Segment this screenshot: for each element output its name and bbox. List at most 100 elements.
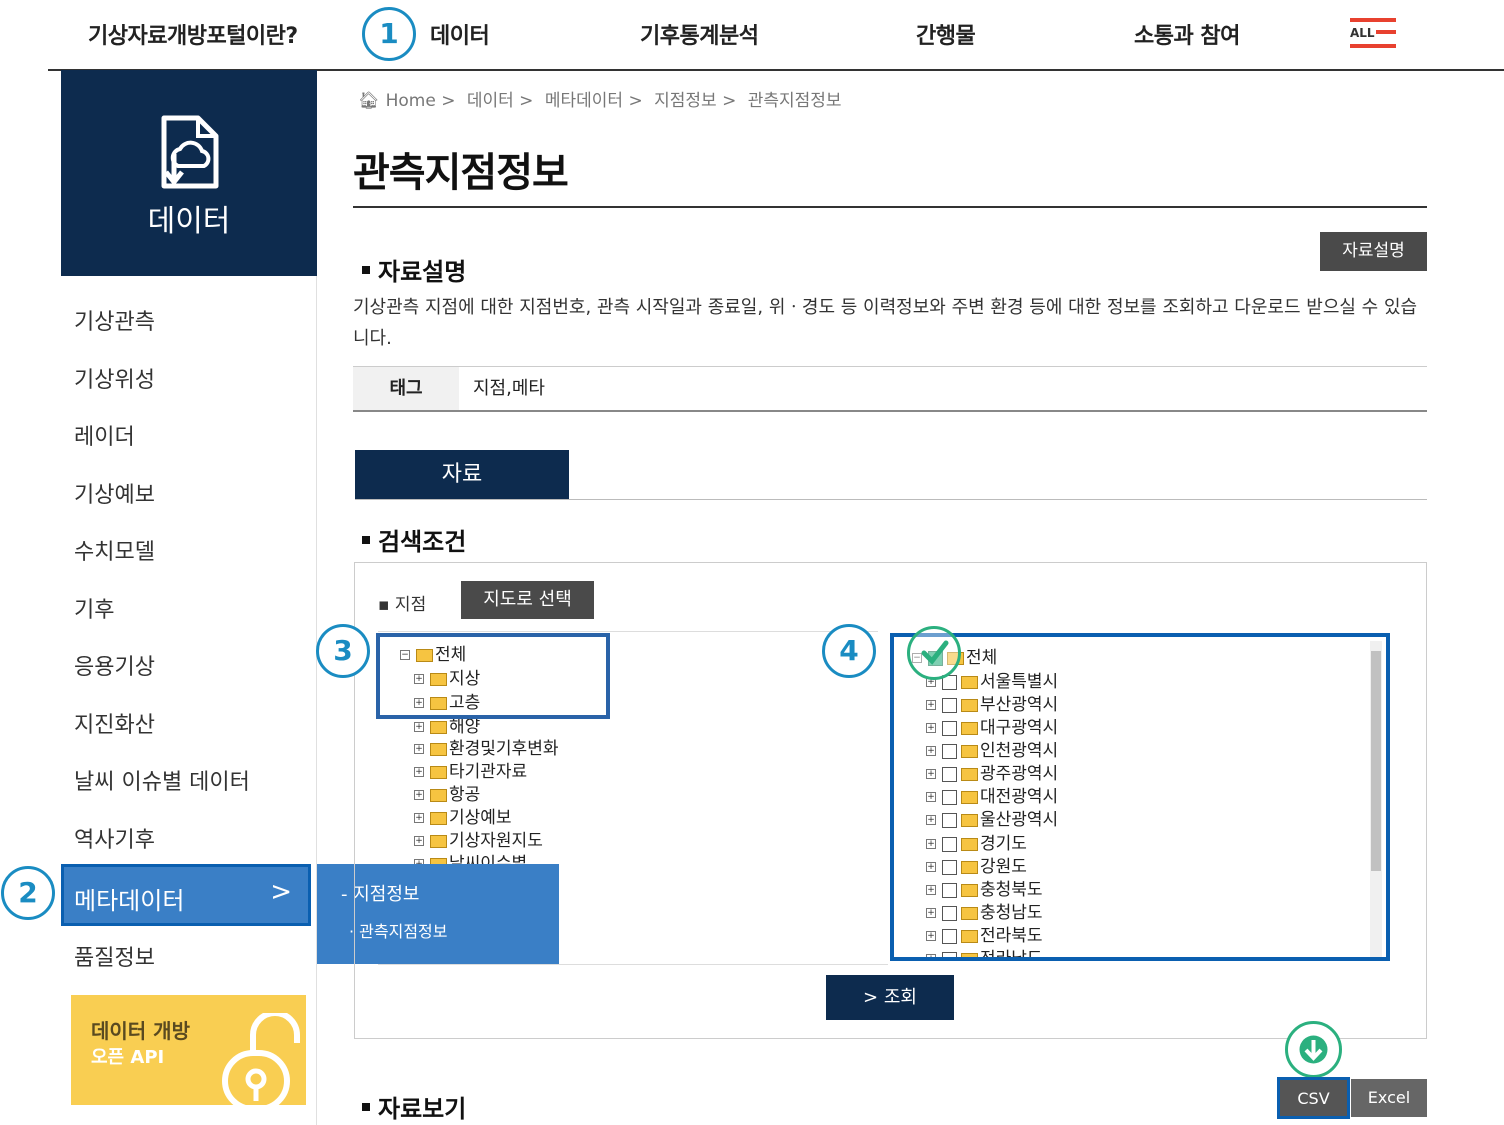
- sidebar-item-forecast[interactable]: 기상예보: [74, 477, 155, 509]
- title-divider: [353, 206, 1427, 208]
- checkmark-highlight: [907, 626, 961, 680]
- excel-download-button[interactable]: Excel: [1351, 1079, 1427, 1117]
- menu-bar-icon: [1350, 44, 1396, 48]
- nav-climate-stats[interactable]: 기후통계분석: [640, 18, 759, 50]
- tree-node[interactable]: + 부산광역시: [926, 694, 1058, 716]
- folder-icon: [430, 834, 447, 848]
- station-label: ▪ 지점: [378, 595, 427, 615]
- sidebar-item-applied[interactable]: 응용기상: [74, 649, 155, 681]
- home-icon: 🏠︎: [358, 91, 380, 111]
- breadcrumb-data[interactable]: 데이터 >: [467, 91, 534, 111]
- tree-node[interactable]: + 울산광역시: [926, 809, 1058, 831]
- checkbox[interactable]: [942, 789, 957, 805]
- tree-node[interactable]: + 항공: [414, 784, 480, 806]
- tree-node[interactable]: + 날씨이슈별: [414, 853, 527, 864]
- description-button[interactable]: 자료설명: [1320, 232, 1427, 271]
- sidebar-item-quality[interactable]: 품질정보: [74, 940, 155, 972]
- tree-node[interactable]: + 충청북도: [926, 879, 1043, 901]
- sidebar-item-satellite[interactable]: 기상위성: [74, 362, 155, 394]
- menu-bar-icon: [1350, 18, 1396, 22]
- checkbox[interactable]: [942, 951, 957, 957]
- folder-icon: [961, 744, 978, 758]
- section-view-title: 자료보기: [362, 1089, 466, 1124]
- checkbox[interactable]: [942, 697, 957, 713]
- sidebar-item-earthquake[interactable]: 지진화산: [74, 707, 155, 739]
- query-button[interactable]: > 조회: [826, 975, 954, 1020]
- step-badge-1: 1: [362, 7, 416, 61]
- tree-panel-bottom: [378, 964, 888, 965]
- sidebar-item-metadata[interactable]: 메타데이터 >: [61, 864, 311, 926]
- section-description-label: 자료설명: [378, 258, 467, 286]
- checkbox[interactable]: [942, 882, 957, 898]
- highlight-box-3: [376, 633, 610, 719]
- checkbox[interactable]: [942, 905, 957, 921]
- tab-divider: [355, 499, 1427, 500]
- tree-node[interactable]: + 타기관자료: [414, 761, 527, 783]
- folder-icon: [961, 721, 978, 735]
- description-text: 기상관측 지점에 대한 지점번호, 관측 시작일과 종료일, 위ㆍ경도 등 이력…: [353, 297, 1418, 349]
- sidebar-item-nwp[interactable]: 수치모델: [74, 534, 155, 566]
- all-menu-button[interactable]: ALL: [1350, 18, 1396, 50]
- tree-node[interactable]: + 전라남도: [926, 948, 1043, 957]
- open-api-banner[interactable]: 데이터 개방 오픈 API: [71, 995, 306, 1105]
- tree-node[interactable]: + 환경및기후변화: [414, 738, 558, 760]
- step-badge-4: 4: [822, 624, 876, 678]
- checkbox[interactable]: [942, 766, 957, 782]
- tree-node[interactable]: + 강원도: [926, 856, 1027, 878]
- tree-node[interactable]: + 광주광역시: [926, 763, 1058, 785]
- tree-node[interactable]: + 기상예보: [414, 807, 512, 829]
- folder-icon: [961, 860, 978, 874]
- region-tree: − 전체 + 서울특별시 + 부산광역시 + 대구광역시 + 인천광역시 + 광주광역시 +…: [890, 633, 1390, 961]
- scrollbar[interactable]: [1370, 641, 1382, 957]
- breadcrumb-current: 관측지점정보: [747, 91, 842, 111]
- sidebar-item-weather-issue[interactable]: 날씨 이슈별 데이터: [74, 764, 250, 796]
- csv-download-button[interactable]: CSV: [1277, 1077, 1350, 1119]
- sidebar-item-label: 메타데이터: [74, 887, 185, 915]
- checkbox[interactable]: [942, 836, 957, 852]
- scrollbar-thumb[interactable]: [1371, 651, 1381, 871]
- folder-icon: [961, 790, 978, 804]
- nav-data[interactable]: 데이터: [430, 18, 490, 50]
- tree-node[interactable]: + 경기도: [926, 833, 1027, 855]
- tag-value: 지점,메타: [473, 378, 545, 399]
- step-badge-2: 2: [1, 866, 55, 920]
- download-highlight: [1285, 1021, 1342, 1078]
- tree-node[interactable]: + 충청남도: [926, 902, 1043, 924]
- tab-data[interactable]: 자료: [355, 450, 569, 500]
- tree-node[interactable]: + 인천광역시: [926, 740, 1058, 762]
- section-description-title: 자료설명: [362, 252, 466, 287]
- page-title: 관측지점정보: [353, 150, 569, 196]
- nav-community[interactable]: 소통과 참여: [1134, 18, 1240, 50]
- sidebar-item-observation[interactable]: 기상관측: [74, 304, 155, 336]
- tree-node[interactable]: + 해양: [414, 716, 480, 738]
- folder-icon: [430, 811, 447, 825]
- folder-icon: [961, 929, 978, 943]
- tree-node[interactable]: + 전라북도: [926, 925, 1043, 947]
- breadcrumb-home[interactable]: Home >: [386, 91, 456, 111]
- folder-icon: [430, 765, 447, 779]
- tree-node[interactable]: + 대전광역시: [926, 786, 1058, 808]
- sidebar-item-climate[interactable]: 기후: [74, 592, 114, 624]
- checkbox[interactable]: [942, 928, 957, 944]
- checkbox[interactable]: [942, 812, 957, 828]
- cloud-download-icon: [161, 115, 219, 189]
- sidebar-item-history[interactable]: 역사기후: [74, 822, 155, 854]
- breadcrumb-station[interactable]: 지점정보 >: [654, 91, 736, 111]
- breadcrumb-metadata[interactable]: 메타데이터 >: [545, 91, 643, 111]
- checkbox[interactable]: [942, 720, 957, 736]
- nav-about[interactable]: 기상자료개방포털이란?: [88, 18, 298, 50]
- sidebar-item-radar[interactable]: 레이더: [74, 419, 135, 451]
- sidebar-title: 데이터: [147, 204, 231, 239]
- sidebar-header: 데이터: [61, 70, 317, 276]
- tag-label: 태그: [353, 367, 459, 410]
- checkbox[interactable]: [942, 859, 957, 875]
- all-label: ALL: [1350, 26, 1375, 40]
- map-select-button[interactable]: 지도로 선택: [461, 581, 594, 619]
- folder-icon: [961, 837, 978, 851]
- folder-icon: [430, 720, 447, 734]
- checkbox[interactable]: [942, 743, 957, 759]
- tree-node[interactable]: + 대구광역시: [926, 717, 1058, 739]
- tree-node[interactable]: + 기상자원지도: [414, 830, 543, 852]
- folder-icon: [961, 952, 978, 957]
- nav-publications[interactable]: 간행물: [916, 18, 976, 50]
